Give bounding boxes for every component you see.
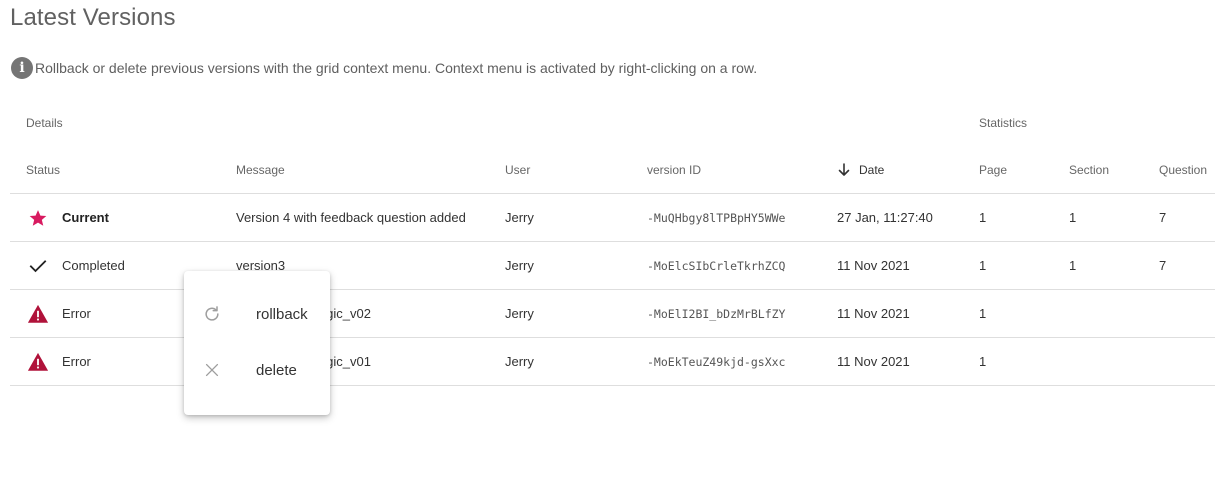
grid-column-header: Status Message User version ID Date Page… — [10, 146, 1215, 194]
menu-item-label: delete — [256, 361, 297, 379]
user-cell: Jerry — [505, 354, 534, 369]
column-header-version-id[interactable]: version ID — [647, 146, 701, 193]
status-label: Error — [62, 354, 91, 369]
question-cell: 7 — [1159, 210, 1167, 225]
version-id-cell: -MoEkTeuZ49kjd-gsXxc — [647, 354, 786, 369]
date-cell: 11 Nov 2021 — [837, 306, 910, 321]
column-header-message[interactable]: Message — [236, 146, 285, 193]
message-cell: Version 4 with feedback question added — [236, 210, 466, 225]
version-id-cell: -MoElI2BI_bDzMrBLfZY — [647, 306, 786, 321]
refresh-icon — [202, 304, 222, 324]
version-id-cell: -MoElcSIbCrleTkrhZCQ — [647, 258, 786, 273]
column-header-date[interactable]: Date — [837, 146, 884, 193]
check-icon — [26, 254, 50, 278]
table-row[interactable]: Current Version 4 with feedback question… — [10, 194, 1215, 242]
row-context-menu: rollback delete — [184, 271, 330, 415]
section-cell: 1 — [1069, 258, 1077, 273]
status-cell: Current — [26, 194, 109, 241]
info-text: Rollback or delete previous versions wit… — [35, 60, 758, 76]
warning-icon — [26, 350, 50, 374]
page-cell: 1 — [979, 210, 987, 225]
warning-icon — [26, 302, 50, 326]
star-icon — [26, 206, 50, 230]
user-cell: Jerry — [505, 210, 534, 225]
date-cell: 27 Jan, 11:27:40 — [837, 210, 933, 225]
column-header-status[interactable]: Status — [26, 146, 60, 193]
status-label: Completed — [62, 258, 125, 273]
page-cell: 1 — [979, 258, 987, 273]
page-title: Latest Versions — [10, 4, 176, 31]
status-cell: Error — [26, 338, 91, 385]
group-details: Details — [26, 116, 63, 130]
group-statistics: Statistics — [979, 116, 1028, 130]
date-cell: 11 Nov 2021 — [837, 354, 910, 369]
version-id-cell: -MuQHbgy8lTPBpHY5WWe — [647, 210, 786, 225]
column-header-section[interactable]: Section — [1069, 146, 1109, 193]
status-label: Error — [62, 306, 91, 321]
menu-item-label: rollback — [256, 305, 308, 323]
user-cell: Jerry — [505, 258, 534, 273]
user-cell: Jerry — [505, 306, 534, 321]
date-cell: 11 Nov 2021 — [837, 258, 910, 273]
sort-descending-icon — [837, 162, 851, 177]
column-header-question[interactable]: Question — [1159, 146, 1207, 193]
status-cell: Completed — [26, 242, 125, 289]
column-header-user[interactable]: User — [505, 146, 530, 193]
status-cell: Error — [26, 290, 91, 337]
section-cell: 1 — [1069, 210, 1077, 225]
info-banner: i Rollback or delete previous versions w… — [11, 57, 757, 79]
column-header-date-label: Date — [859, 162, 885, 177]
menu-item-delete[interactable]: delete — [184, 342, 330, 398]
info-icon: i — [11, 57, 33, 79]
column-header-page[interactable]: Page — [979, 146, 1007, 193]
page-cell: 1 — [979, 306, 987, 321]
latest-versions-page: Latest Versions i Rollback or delete pre… — [0, 0, 1215, 478]
close-icon — [202, 360, 222, 380]
status-label: Current — [62, 210, 109, 225]
grid-group-header: Details Statistics — [10, 100, 1215, 146]
question-cell: 7 — [1159, 258, 1167, 273]
menu-item-rollback[interactable]: rollback — [184, 286, 330, 342]
page-cell: 1 — [979, 354, 987, 369]
